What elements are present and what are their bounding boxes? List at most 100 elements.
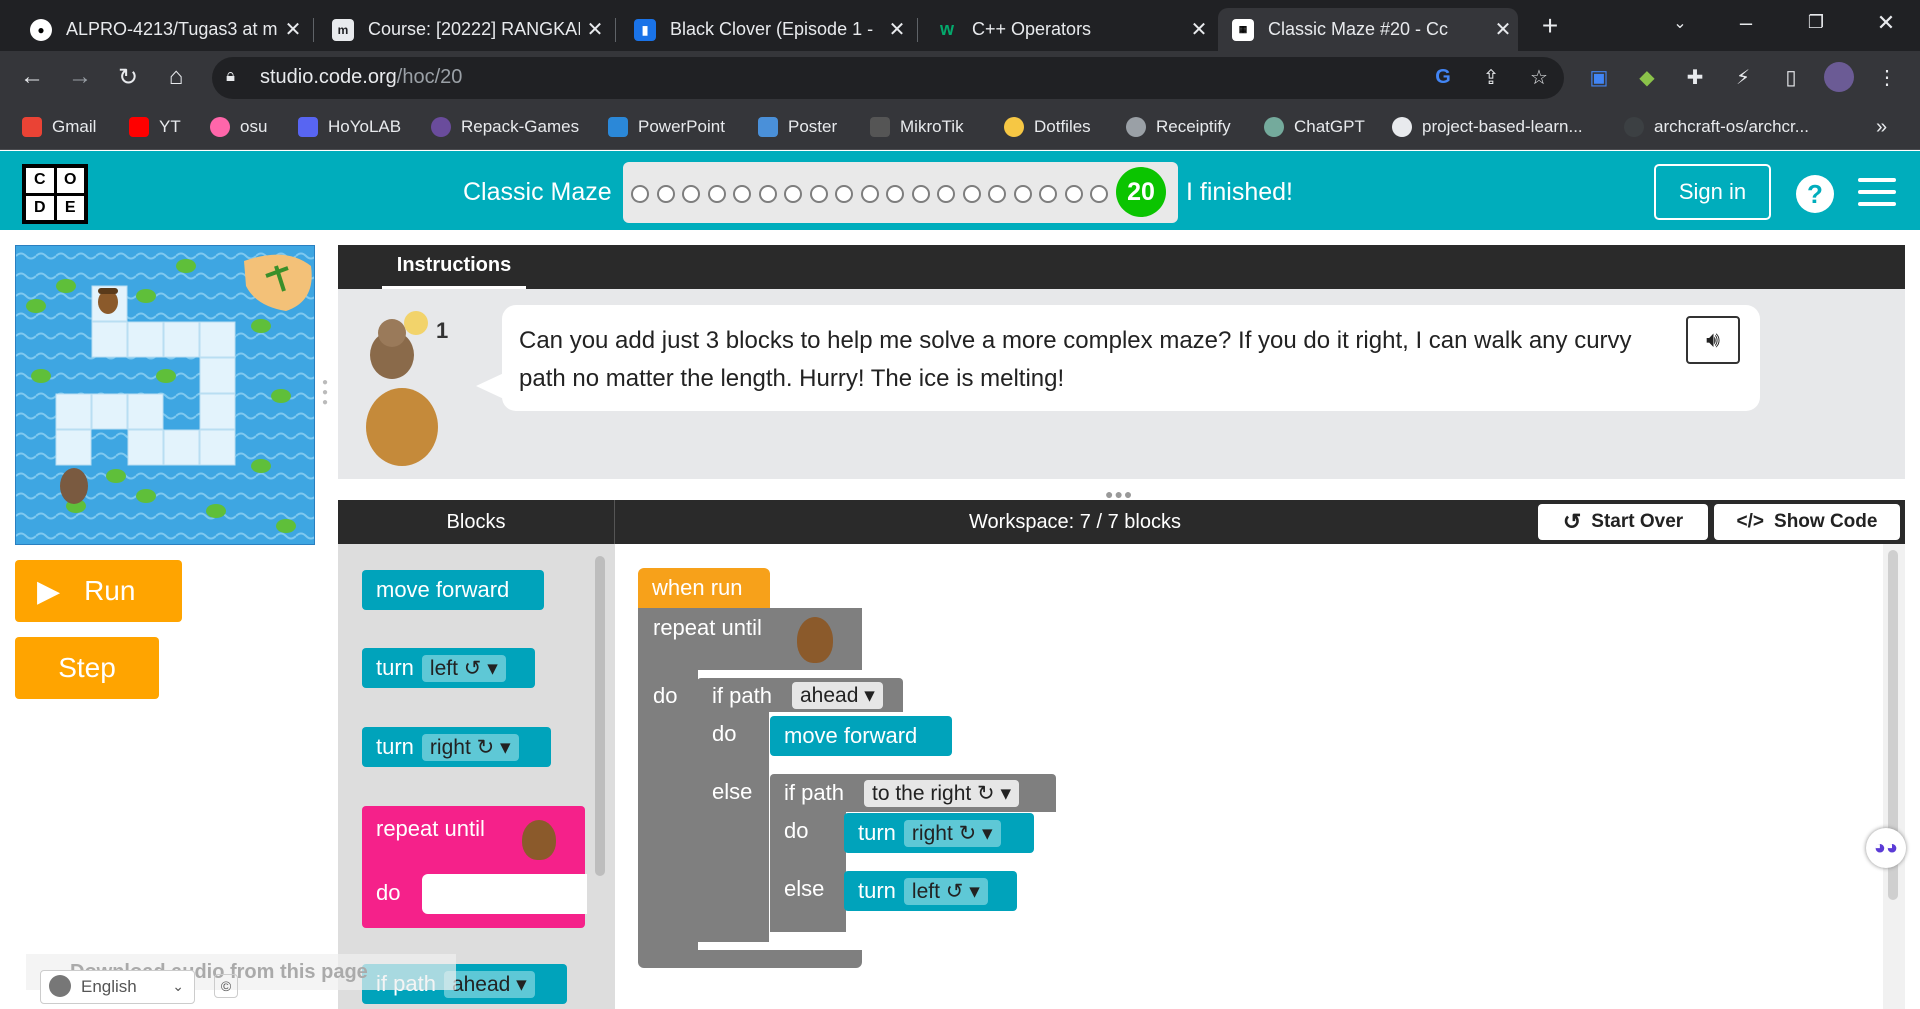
- tab-black-clover[interactable]: ▮ Black Clover (Episode 1 - ✕: [620, 8, 912, 51]
- path-dropdown[interactable]: ahead ▾: [792, 682, 883, 709]
- google-icon[interactable]: G: [1428, 62, 1458, 92]
- tab-search-icon[interactable]: ⌄: [1650, 0, 1710, 45]
- level-dot[interactable]: [656, 185, 675, 203]
- profile-avatar[interactable]: [1824, 62, 1854, 92]
- start-over-button[interactable]: ↺ Start Over: [1538, 504, 1708, 540]
- direction-dropdown[interactable]: right ↻ ▾: [421, 733, 519, 761]
- bookmark-poster[interactable]: Poster: [758, 112, 837, 142]
- bookmark-gmail[interactable]: Gmail: [22, 112, 96, 142]
- level-dot[interactable]: [962, 185, 981, 203]
- menu-icon[interactable]: ⋮: [1872, 62, 1902, 92]
- instructions-tab[interactable]: Instructions: [382, 245, 526, 289]
- path-dropdown[interactable]: ahead ▾: [443, 970, 535, 998]
- toolbox-turn-right-block[interactable]: turn right ↻ ▾: [362, 727, 551, 767]
- level-dot[interactable]: [1090, 185, 1108, 203]
- direction-dropdown[interactable]: left ↺ ▾: [421, 654, 506, 682]
- path-dropdown[interactable]: to the right ↻ ▾: [864, 780, 1020, 807]
- puzzle-icon[interactable]: ✚: [1680, 62, 1710, 92]
- minimize-icon[interactable]: –: [1716, 0, 1776, 45]
- direction-dropdown[interactable]: right ↻ ▾: [903, 819, 1001, 847]
- close-icon[interactable]: ✕: [882, 17, 912, 42]
- when-run-block[interactable]: when run: [638, 568, 770, 608]
- level-dot[interactable]: [758, 185, 777, 203]
- level-dot[interactable]: [1013, 185, 1032, 203]
- bookmark-chatgpt[interactable]: ChatGPT: [1264, 112, 1365, 142]
- back-icon[interactable]: ←: [14, 59, 50, 95]
- share-icon[interactable]: ⇪: [1476, 62, 1506, 92]
- url-text[interactable]: studio.code.org/hoc/20: [260, 66, 462, 89]
- bookmark-repack-games[interactable]: Repack-Games: [431, 112, 579, 142]
- reload-icon[interactable]: ↻: [110, 59, 146, 95]
- resize-handle[interactable]: ● ● ●: [322, 378, 330, 412]
- level-dot[interactable]: [886, 185, 904, 203]
- show-code-button[interactable]: </> Show Code: [1714, 504, 1900, 540]
- poster-icon: [758, 117, 778, 137]
- close-window-icon[interactable]: ✕: [1856, 0, 1916, 45]
- help-button[interactable]: ?: [1796, 175, 1834, 213]
- toolbox-scrollbar[interactable]: [595, 556, 605, 876]
- close-icon[interactable]: ✕: [278, 17, 308, 42]
- run-button[interactable]: ▶ Run: [15, 560, 182, 622]
- translate-icon[interactable]: ▣: [1584, 62, 1614, 92]
- bookmark-yt[interactable]: YT: [129, 112, 181, 142]
- bookmark-dotfiles[interactable]: Dotfiles: [1004, 112, 1091, 142]
- level-dot[interactable]: [809, 185, 828, 203]
- copyright-button[interactable]: ©: [214, 974, 238, 998]
- extension-icon[interactable]: ◆: [1632, 62, 1662, 92]
- restore-icon[interactable]: ❐: [1786, 0, 1846, 45]
- toolbox-turn-left-block[interactable]: turn left ↺ ▾: [362, 648, 535, 688]
- bookmark-osu[interactable]: osu: [210, 112, 267, 142]
- bookmark-powerpoint[interactable]: PowerPoint: [608, 112, 725, 142]
- bookmark-project-based-learning[interactable]: project-based-learn...: [1392, 112, 1583, 142]
- code-logo[interactable]: C O D E: [22, 164, 88, 224]
- feedback-widget-icon[interactable]: ◕◕: [1866, 828, 1906, 868]
- sign-in-button[interactable]: Sign in: [1654, 164, 1771, 220]
- toolbox-move-forward-block[interactable]: move forward: [362, 570, 544, 610]
- step-button[interactable]: Step: [15, 637, 159, 699]
- close-icon[interactable]: ✕: [580, 17, 610, 42]
- level-dot[interactable]: [631, 185, 649, 203]
- bookmark-mikrotik[interactable]: MikroTik: [870, 112, 964, 142]
- bookmark-star-icon[interactable]: ☆: [1524, 62, 1554, 92]
- level-dot[interactable]: [707, 185, 726, 203]
- turn-left-block[interactable]: turn left ↺ ▾: [844, 871, 1017, 911]
- tab-cpp-operators[interactable]: w C++ Operators ✕: [922, 8, 1214, 51]
- direction-dropdown[interactable]: left ↺ ▾: [903, 877, 988, 905]
- level-dot[interactable]: [860, 185, 879, 203]
- tab-github[interactable]: ● ALPRO-4213/Tugas3 at m ✕: [16, 8, 308, 51]
- move-forward-block[interactable]: move forward: [770, 716, 952, 756]
- bookmark-archcraft[interactable]: archcraft-os/archcr...: [1624, 112, 1809, 142]
- close-icon[interactable]: ✕: [1184, 17, 1214, 42]
- bookmark-hoyolab[interactable]: HoYoLAB: [298, 112, 401, 142]
- current-level-badge[interactable]: 20: [1116, 167, 1166, 217]
- language-selector[interactable]: English ⌄: [40, 970, 195, 1004]
- block-label: if path: [784, 780, 844, 805]
- level-dot[interactable]: [1039, 185, 1057, 203]
- repeat-until-foot: [638, 950, 862, 968]
- speaker-icon[interactable]: 🔊︎: [1686, 316, 1740, 364]
- tab-classic-maze[interactable]: ▦ Classic Maze #20 - Cc ✕: [1218, 8, 1518, 51]
- home-icon[interactable]: ⌂: [158, 59, 194, 95]
- level-dot[interactable]: [1064, 185, 1083, 203]
- level-dot[interactable]: [835, 185, 853, 203]
- new-tab-button[interactable]: +: [1534, 10, 1566, 42]
- forward-icon[interactable]: →: [62, 59, 98, 95]
- bookmark-receiptify[interactable]: Receiptify: [1126, 112, 1231, 142]
- turn-right-block[interactable]: turn right ↻ ▾: [844, 813, 1034, 853]
- level-dot[interactable]: [937, 185, 955, 203]
- tab-course[interactable]: m Course: [20222] RANGKAI ✕: [318, 8, 610, 51]
- finished-link[interactable]: I finished!: [1186, 178, 1293, 207]
- level-dot[interactable]: [682, 185, 700, 203]
- lock-icon[interactable]: 🔒︎: [226, 66, 235, 86]
- level-dot[interactable]: [784, 185, 802, 203]
- bookmarks-more-button[interactable]: »: [1876, 112, 1887, 142]
- close-icon[interactable]: ✕: [1488, 17, 1518, 42]
- tab-title: Classic Maze #20 - Cc: [1268, 19, 1449, 39]
- level-dot[interactable]: [911, 185, 930, 203]
- level-dot[interactable]: [733, 185, 751, 203]
- hint-count[interactable]: 1: [436, 318, 448, 344]
- performance-icon[interactable]: ⚡︎: [1728, 62, 1758, 92]
- hamburger-menu-icon[interactable]: [1858, 178, 1896, 208]
- level-dot[interactable]: [988, 185, 1006, 203]
- side-panel-icon[interactable]: ▯: [1776, 62, 1806, 92]
